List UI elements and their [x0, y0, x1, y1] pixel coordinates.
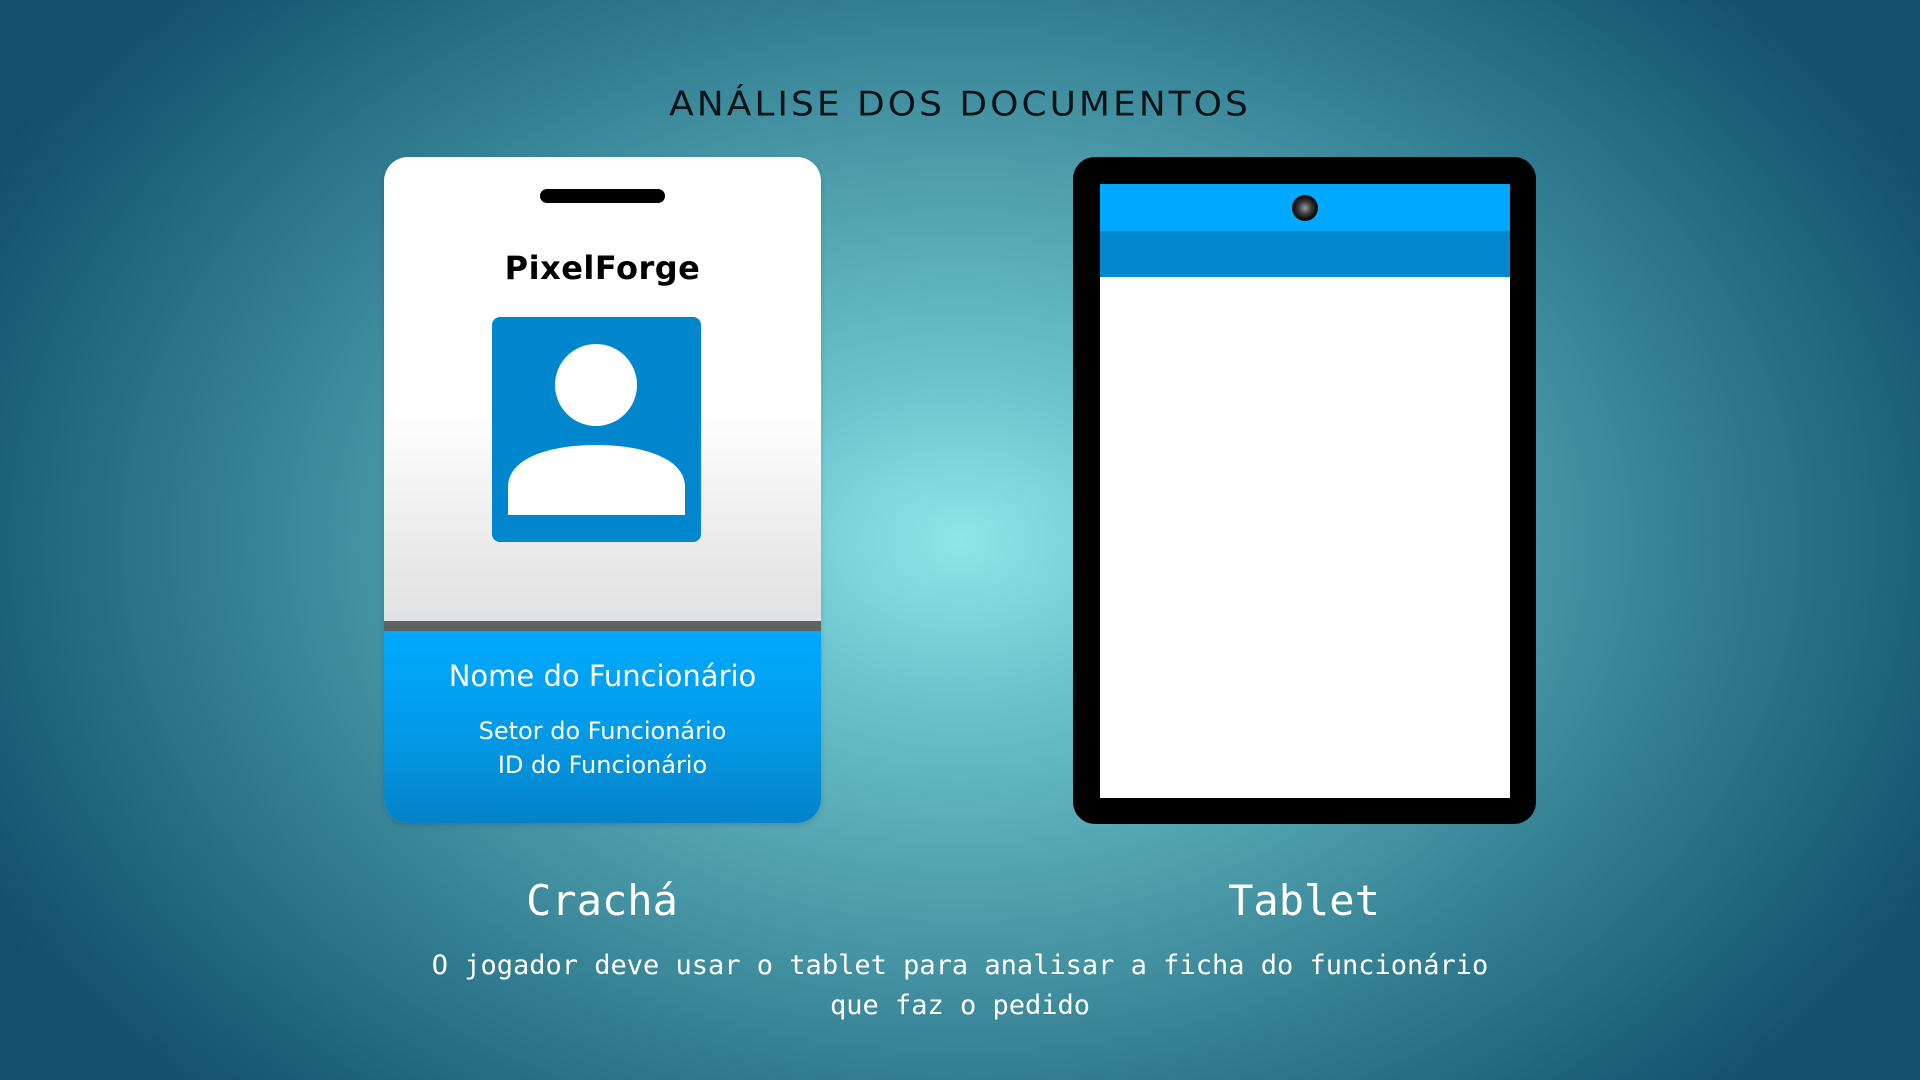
- badge-photo: [492, 317, 701, 542]
- instructions-line-2: que faz o pedido: [829, 990, 1091, 1021]
- page-title: ANÁLISE DOS DOCUMENTOS: [669, 85, 1251, 124]
- instructions-line-1: O jogador deve usar o tablet para analis…: [431, 950, 1489, 981]
- user-avatar-icon: [508, 344, 685, 515]
- badge-divider: [384, 621, 821, 631]
- tablet-screen[interactable]: [1100, 277, 1510, 798]
- badge-lanyard-slot: [540, 189, 665, 203]
- tablet-header-bar: [1100, 231, 1510, 277]
- badge-company-name: PixelForge: [504, 249, 701, 287]
- employee-sector: Setor do Funcionário: [478, 717, 727, 745]
- badge-info-panel: Nome do Funcionário Setor do Funcionário…: [384, 631, 821, 823]
- tablet-device[interactable]: [1073, 157, 1536, 824]
- badge-caption: Crachá: [526, 876, 678, 925]
- employee-name: Nome do Funcionário: [448, 659, 757, 693]
- tablet-caption: Tablet: [1228, 876, 1380, 925]
- employee-id: ID do Funcionário: [497, 751, 708, 779]
- id-badge[interactable]: PixelForge Nome do Funcionário Setor do …: [384, 157, 821, 823]
- instructions-text: O jogador deve usar o tablet para analis…: [0, 946, 1920, 1026]
- camera-icon: [1292, 195, 1318, 221]
